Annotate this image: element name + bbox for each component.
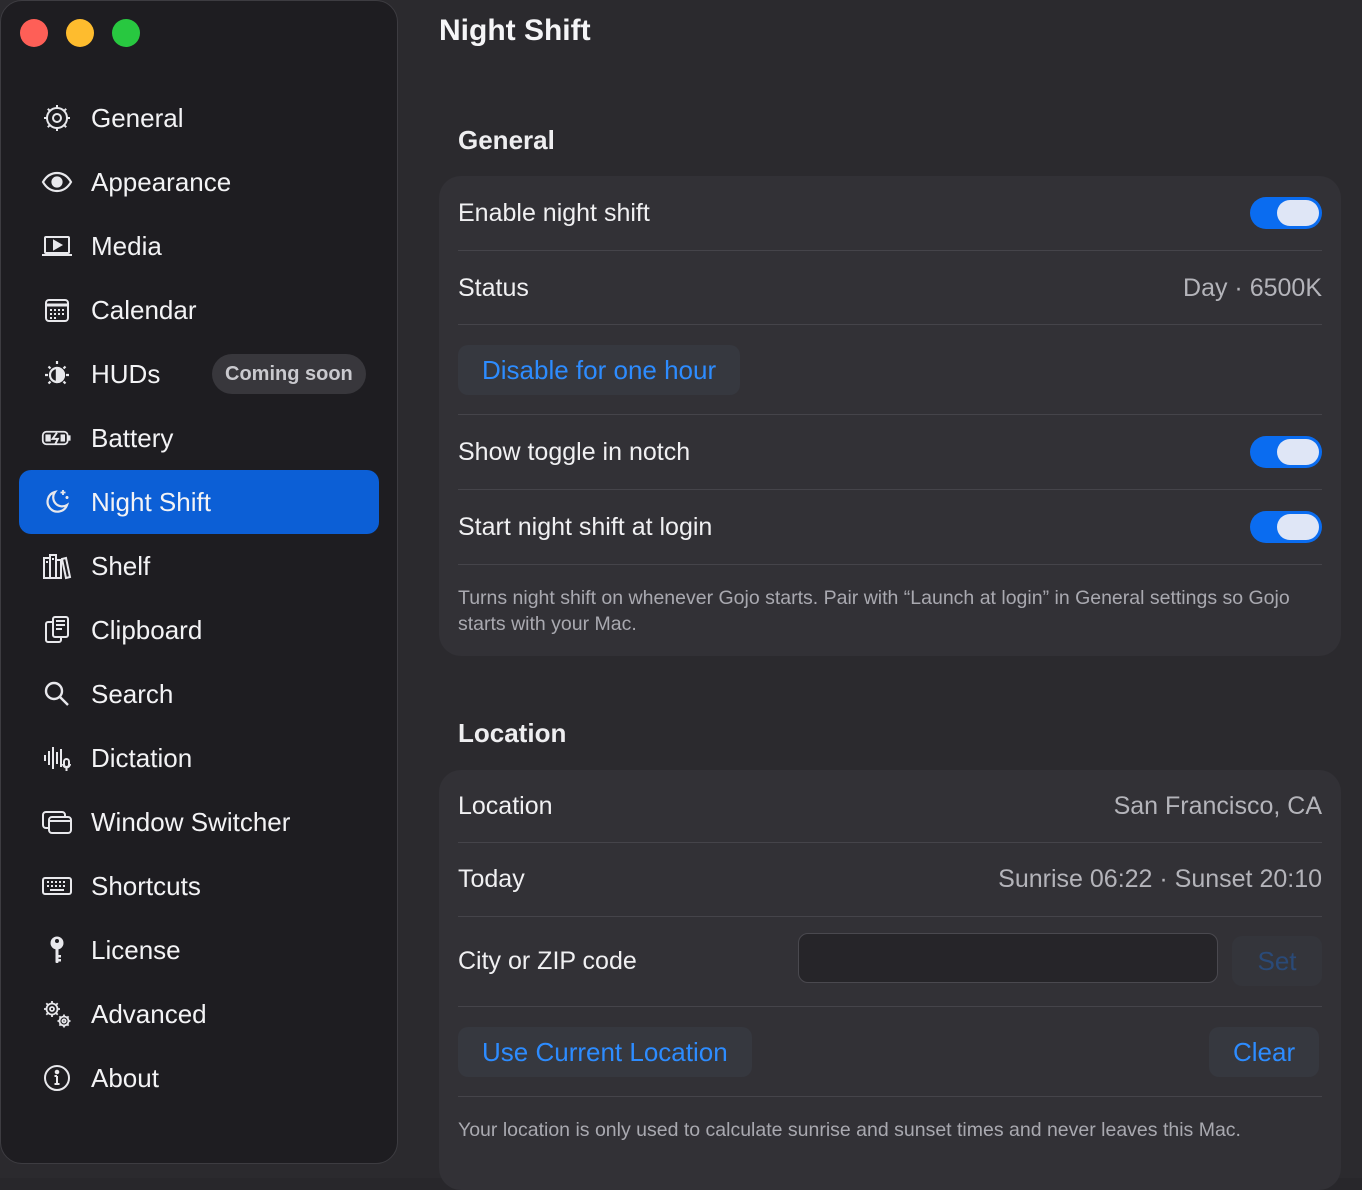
sidebar-item-label: Dictation — [91, 742, 193, 773]
sidebar-item-label: Appearance — [91, 166, 232, 197]
location-card: Location San Francisco, CA Today Sunrise… — [439, 770, 1341, 1190]
sidebar-item-general[interactable]: General — [19, 86, 379, 150]
sidebar-nav: General Appearance Media Calendar HUDs C… — [19, 86, 379, 1110]
sidebar-item-label: Clipboard — [91, 614, 203, 645]
show-toggle-in-notch-row: Show toggle in notch — [458, 415, 1322, 489]
location-label: Location — [458, 791, 553, 820]
enable-night-shift-label: Enable night shift — [458, 198, 650, 227]
sidebar-item-window-switcher[interactable]: Window Switcher — [19, 790, 379, 854]
window-controls — [20, 19, 140, 47]
enable-night-shift-row: Enable night shift — [458, 176, 1322, 250]
status-label: Status — [458, 273, 529, 302]
sidebar-item-about[interactable]: About — [19, 1046, 379, 1110]
moon-stars-icon — [39, 484, 75, 520]
show-toggle-in-notch-toggle[interactable] — [1250, 436, 1322, 468]
minimize-window-button[interactable] — [66, 19, 94, 47]
divider — [458, 1096, 1322, 1097]
gears-icon — [39, 996, 75, 1032]
sidebar-item-label: Calendar — [91, 294, 197, 325]
sidebar-item-label: Advanced — [91, 998, 207, 1029]
settings-window: General Appearance Media Calendar HUDs C… — [0, 0, 1362, 1190]
privacy-note: Your location is only used to calculate … — [458, 1119, 1241, 1141]
sidebar-item-label: Shortcuts — [91, 870, 201, 901]
coming-soon-badge: Coming soon — [212, 354, 366, 394]
books-icon — [39, 548, 75, 584]
set-button[interactable]: Set — [1232, 936, 1322, 986]
start-at-login-toggle[interactable] — [1250, 511, 1322, 543]
divider — [458, 1006, 1322, 1007]
start-at-login-row: Start night shift at login — [458, 490, 1322, 564]
sidebar-item-label: License — [91, 934, 181, 965]
disable-for-one-hour-button[interactable]: Disable for one hour — [458, 345, 741, 395]
gear-icon — [39, 100, 75, 136]
today-value: Sunrise 06:22 · Sunset 20:10 — [998, 865, 1322, 893]
maximize-window-button[interactable] — [112, 19, 140, 47]
sidebar-item-night-shift[interactable]: Night Shift — [19, 470, 379, 534]
today-label: Today — [458, 865, 525, 893]
waveform-mic-icon — [39, 740, 75, 776]
info-icon — [39, 1060, 75, 1096]
sidebar-item-label: Shelf — [91, 550, 151, 581]
start-at-login-label: Start night shift at login — [458, 512, 713, 541]
sidebar-item-label: HUDs — [91, 358, 161, 389]
brightness-icon — [39, 356, 75, 392]
sidebar-item-label: General — [91, 102, 184, 133]
battery-charging-icon — [39, 420, 75, 456]
sidebar-item-license[interactable]: License — [19, 918, 379, 982]
toggle-knob — [1277, 200, 1319, 226]
sidebar-item-label: Battery — [91, 422, 174, 453]
sidebar-item-calendar[interactable]: Calendar — [19, 278, 379, 342]
sidebar-item-shortcuts[interactable]: Shortcuts — [19, 854, 379, 918]
city-zip-input[interactable] — [798, 933, 1218, 983]
clipboard-icon — [39, 612, 75, 648]
location-row: Location San Francisco, CA — [458, 770, 1322, 842]
general-card: Enable night shift Status Day · 6500K Di… — [439, 176, 1341, 656]
sidebar-item-advanced[interactable]: Advanced — [19, 982, 379, 1046]
sidebar-item-label: Media — [91, 230, 162, 261]
sidebar-item-huds[interactable]: HUDs Coming soon — [19, 342, 379, 406]
divider — [458, 564, 1322, 565]
divider — [458, 324, 1322, 325]
enable-night-shift-toggle[interactable] — [1250, 197, 1322, 229]
page-title: Night Shift — [439, 14, 591, 47]
keyboard-icon — [39, 868, 75, 904]
main-content: Night Shift General Enable night shift S… — [420, 0, 1362, 1190]
toggle-knob — [1277, 439, 1319, 465]
general-section-title: General — [458, 125, 555, 155]
sidebar: General Appearance Media Calendar HUDs C… — [0, 0, 398, 1164]
sidebar-item-label: Night Shift — [91, 486, 211, 517]
sidebar-item-media[interactable]: Media — [19, 214, 379, 278]
play-screen-icon — [39, 228, 75, 264]
today-row: Today Sunrise 06:22 · Sunset 20:10 — [458, 843, 1322, 916]
login-note: Turns night shift on whenever Gojo start… — [458, 587, 1290, 635]
status-row: Status Day · 6500K — [458, 251, 1322, 325]
sidebar-item-label: Window Switcher — [91, 806, 291, 837]
windows-icon — [39, 804, 75, 840]
sidebar-item-shelf[interactable]: Shelf — [19, 534, 379, 598]
toggle-knob — [1277, 514, 1319, 540]
calendar-icon — [39, 292, 75, 328]
use-current-location-button[interactable]: Use Current Location — [458, 1027, 752, 1077]
clear-button[interactable]: Clear — [1209, 1027, 1320, 1077]
location-value: San Francisco, CA — [1113, 791, 1322, 820]
sidebar-item-battery[interactable]: Battery — [19, 406, 379, 470]
status-value: Day · 6500K — [1183, 273, 1322, 302]
sidebar-item-search[interactable]: Search — [19, 662, 379, 726]
show-toggle-in-notch-label: Show toggle in notch — [458, 437, 691, 466]
sidebar-item-label: Search — [91, 678, 174, 709]
magnifier-icon — [39, 676, 75, 712]
key-icon — [39, 932, 75, 968]
sidebar-item-appearance[interactable]: Appearance — [19, 150, 379, 214]
eye-icon — [39, 164, 75, 200]
location-section-title: Location — [458, 718, 567, 748]
sidebar-item-label: About — [91, 1062, 159, 1093]
close-window-button[interactable] — [20, 19, 48, 47]
sidebar-item-dictation[interactable]: Dictation — [19, 726, 379, 790]
city-zip-label: City or ZIP code — [458, 946, 637, 975]
sidebar-item-clipboard[interactable]: Clipboard — [19, 598, 379, 662]
